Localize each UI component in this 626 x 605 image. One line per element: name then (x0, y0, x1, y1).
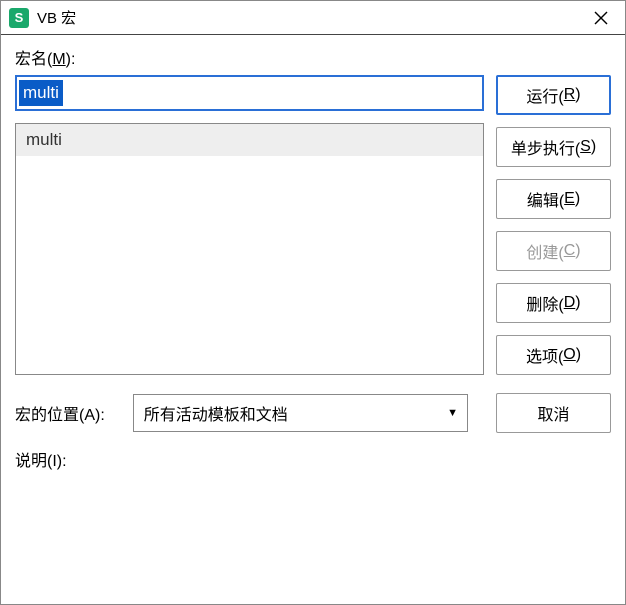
macro-location-select[interactable]: 所有活动模板和文档 (133, 394, 468, 432)
cancel-button[interactable]: 取消 (496, 393, 611, 433)
macro-name-label: 宏名(M): (15, 45, 611, 69)
close-icon (594, 11, 608, 25)
delete-button[interactable]: 删除(D) (496, 283, 611, 323)
list-item[interactable]: multi (16, 124, 483, 156)
description-label: 说明(I): (15, 447, 611, 471)
edit-button[interactable]: 编辑(E) (496, 179, 611, 219)
macro-location-label: 宏的位置(A): (15, 401, 105, 425)
step-button[interactable]: 单步执行(S) (496, 127, 611, 167)
run-button[interactable]: 运行(R) (496, 75, 611, 115)
titlebar: S VB 宏 (1, 1, 625, 35)
dialog-content: 宏名(M): multi multi 运行(R) 单步执行(S) (1, 35, 625, 604)
macro-name-input[interactable] (15, 75, 484, 111)
close-button[interactable] (585, 4, 617, 32)
macro-location-value: 所有活动模板和文档 (144, 401, 288, 425)
options-button[interactable]: 选项(O) (496, 335, 611, 375)
vb-macro-dialog: S VB 宏 宏名(M): multi multi (0, 0, 626, 605)
macro-list[interactable]: multi (15, 123, 484, 375)
window-title: VB 宏 (37, 7, 585, 28)
create-button: 创建(C) (496, 231, 611, 271)
macro-name-input-wrap: multi (15, 75, 484, 111)
app-icon: S (9, 8, 29, 28)
